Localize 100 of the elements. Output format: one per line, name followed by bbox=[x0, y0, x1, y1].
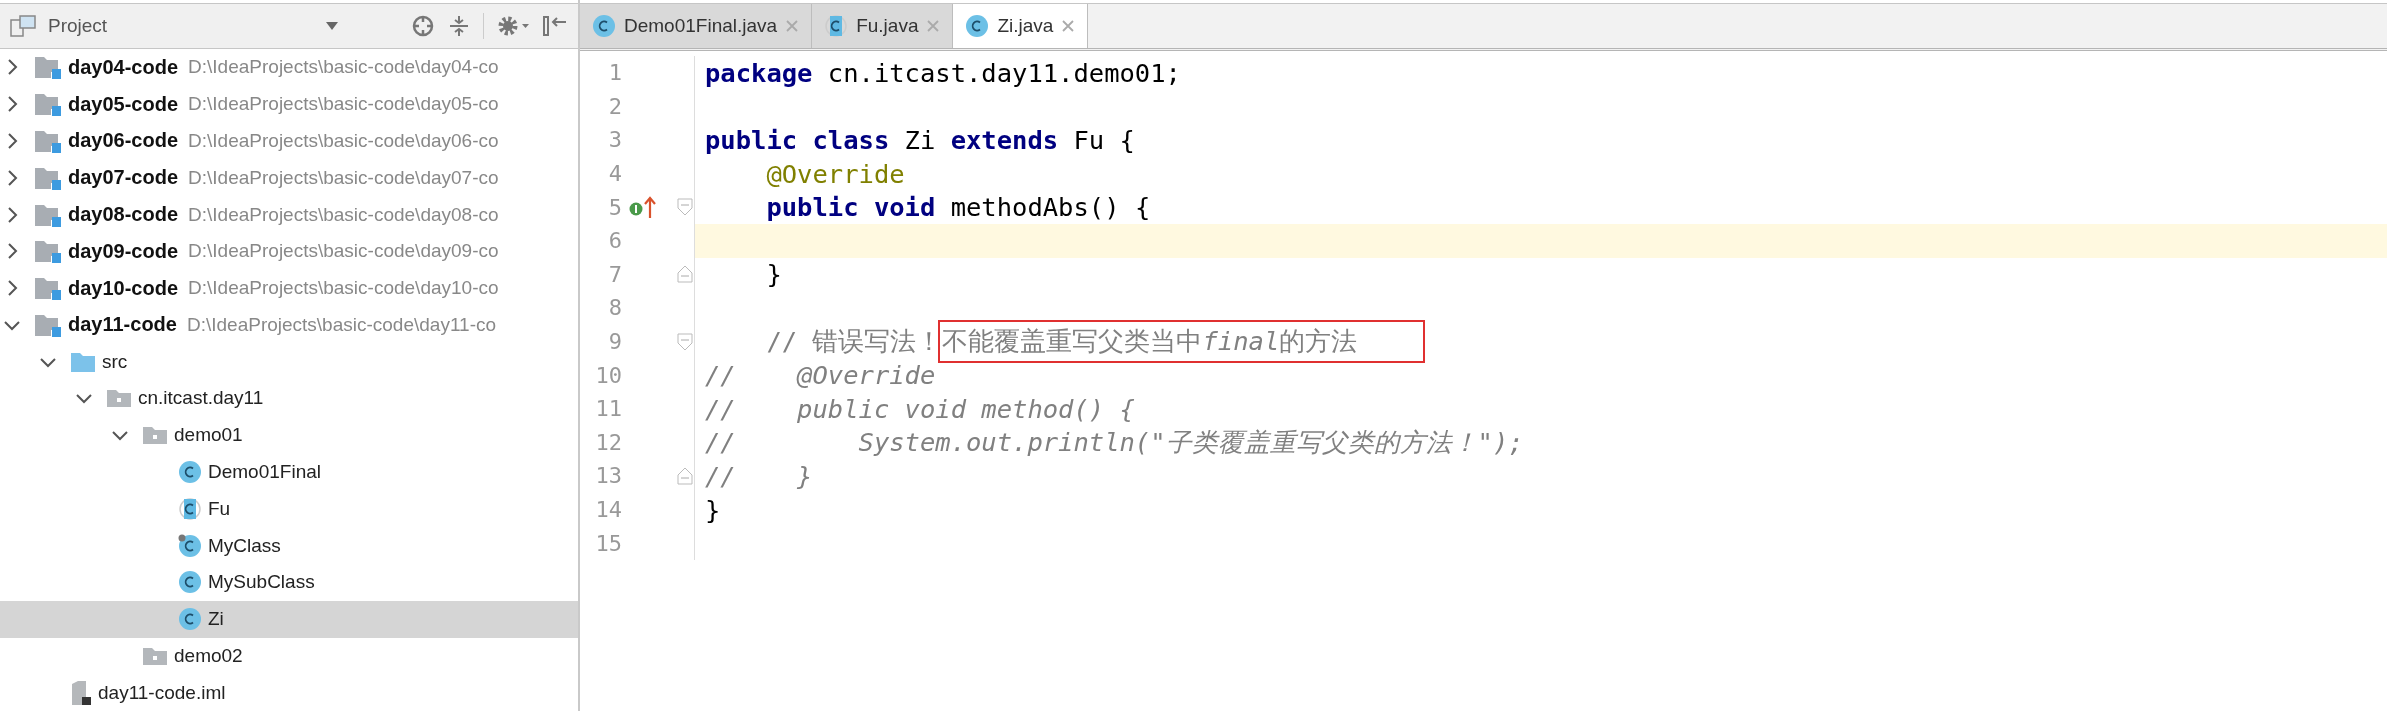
module-folder-icon bbox=[34, 54, 62, 81]
annotation-box: 不能覆盖重写父类当中 final的方法 bbox=[938, 320, 1426, 364]
locate-icon[interactable] bbox=[411, 14, 435, 38]
module-folder-icon bbox=[34, 91, 62, 118]
code-line: // } bbox=[704, 460, 813, 491]
item-name: Demo01Final bbox=[208, 461, 321, 483]
code-line: package cn.itcast.day11.demo01; bbox=[704, 57, 1181, 88]
editor-tab[interactable]: Demo01Final.java bbox=[580, 4, 813, 48]
module-path: D:\IdeaProjects\basic-code\day04-co bbox=[188, 56, 499, 79]
module-folder-icon bbox=[34, 238, 62, 265]
editor-tab[interactable]: Fu.java bbox=[812, 4, 954, 48]
line-number: 11 bbox=[594, 396, 622, 422]
project-icon[interactable] bbox=[10, 15, 36, 37]
code-line: // @Override bbox=[704, 360, 936, 391]
line-number: 5 bbox=[607, 194, 622, 220]
tree-item[interactable]: src bbox=[0, 343, 578, 381]
module-name: day11-code bbox=[68, 313, 177, 337]
module-path: D:\IdeaProjects\basic-code\day10-co bbox=[188, 277, 499, 300]
tree-item[interactable]: Fu bbox=[0, 490, 578, 528]
item-name: Zi bbox=[208, 608, 224, 631]
settings-icon[interactable] bbox=[496, 14, 530, 38]
package-icon bbox=[142, 645, 168, 666]
tree-item[interactable]: day05-code D:\IdeaProjects\basic-code\day05-co bbox=[0, 85, 578, 123]
line-number: 15 bbox=[594, 530, 622, 556]
fold-marker-icon[interactable] bbox=[677, 332, 693, 351]
item-name: demo02 bbox=[174, 644, 243, 667]
tree-item[interactable]: day07-code D:\IdeaProjects\basic-code\day07-co bbox=[0, 159, 578, 197]
dropdown-caret-icon[interactable] bbox=[325, 21, 339, 31]
module-name: day09-code bbox=[68, 239, 179, 263]
module-path: D:\IdeaProjects\basic-code\day05-co bbox=[188, 93, 499, 116]
code-line: @Override bbox=[765, 158, 905, 189]
module-path: D:\IdeaProjects\basic-code\day08-co bbox=[188, 203, 499, 226]
module-name: day05-code bbox=[68, 92, 179, 116]
module-path: D:\IdeaProjects\basic-code\day11-co bbox=[186, 313, 497, 336]
module-name: day04-code bbox=[68, 55, 179, 79]
package-icon bbox=[142, 425, 168, 446]
code-line: public void methodAbs() { bbox=[765, 192, 1151, 223]
line-number: 8 bbox=[607, 295, 622, 321]
item-name: src bbox=[102, 350, 128, 373]
line-number: 10 bbox=[594, 362, 622, 388]
tree-item[interactable]: day11-code D:\IdeaProjects\basic-code\day11-co bbox=[0, 306, 578, 344]
code-line: } bbox=[765, 259, 782, 290]
tree-item[interactable]: day04-code D:\IdeaProjects\basic-code\day04-co bbox=[0, 49, 578, 86]
folder-icon bbox=[70, 350, 96, 373]
tree-item[interactable]: Demo01Final bbox=[0, 453, 578, 491]
line-number: 3 bbox=[607, 127, 622, 153]
module-path: D:\IdeaProjects\basic-code\day06-co bbox=[188, 129, 499, 152]
panel-title[interactable]: Project bbox=[48, 15, 313, 37]
editor-tab[interactable]: Zi.java bbox=[953, 4, 1089, 48]
code-line: } bbox=[704, 494, 721, 525]
line-number: 7 bbox=[607, 261, 622, 287]
tree-item[interactable]: Zi bbox=[0, 600, 578, 638]
module-name: day10-code bbox=[68, 276, 179, 300]
class-icon bbox=[965, 14, 990, 38]
abstract-class-icon bbox=[178, 496, 202, 521]
fold-marker-icon[interactable] bbox=[677, 265, 693, 284]
module-name: day07-code bbox=[68, 166, 179, 190]
code-line: // public void method() { bbox=[704, 393, 1135, 424]
close-icon[interactable] bbox=[1061, 19, 1076, 33]
collapse-all-icon[interactable] bbox=[447, 14, 471, 38]
tree-item[interactable]: demo02 bbox=[0, 637, 578, 675]
tree-item[interactable]: cn.itcast.day11 bbox=[0, 380, 578, 417]
item-name: MyClass bbox=[208, 534, 281, 557]
line-number: 12 bbox=[594, 429, 622, 455]
item-name: Fu bbox=[208, 497, 231, 520]
tree-item[interactable]: day10-code D:\IdeaProjects\basic-code\day10-co bbox=[0, 269, 578, 307]
module-folder-icon bbox=[34, 275, 62, 302]
line-number: 2 bbox=[607, 93, 622, 119]
code-line: // System.out.println("子类覆盖重写父类的方法！"); bbox=[704, 425, 1524, 459]
module-name: day06-code bbox=[68, 129, 179, 153]
line-number: 13 bbox=[594, 463, 622, 489]
class-icon bbox=[178, 607, 202, 632]
hide-panel-icon[interactable] bbox=[542, 14, 568, 38]
class-icon bbox=[178, 460, 202, 484]
module-path: D:\IdeaProjects\basic-code\day09-co bbox=[188, 240, 499, 263]
tree-item[interactable]: day09-code D:\IdeaProjects\basic-code\day09-co bbox=[0, 232, 578, 270]
class-icon bbox=[178, 570, 202, 595]
code-line: public class Zi extends Fu { bbox=[704, 125, 1135, 155]
line-number: 9 bbox=[607, 329, 622, 355]
tree-item[interactable]: demo01 bbox=[0, 416, 578, 454]
item-name: MySubClass bbox=[208, 571, 315, 594]
tree-item[interactable]: MySubClass bbox=[0, 563, 578, 601]
item-name: day11-code.iml bbox=[98, 681, 226, 704]
class-icon bbox=[592, 14, 616, 38]
package-icon bbox=[106, 388, 132, 409]
abstract-class-icon bbox=[824, 14, 849, 38]
line-number: 4 bbox=[607, 161, 622, 187]
module-name: day08-code bbox=[68, 203, 179, 226]
module-path: D:\IdeaProjects\basic-code\day07-co bbox=[188, 166, 499, 189]
item-name: cn.itcast.day11 bbox=[138, 387, 264, 410]
fold-marker-icon[interactable] bbox=[677, 198, 693, 217]
tree-item[interactable]: MyClass bbox=[0, 527, 578, 564]
line-number: 1 bbox=[607, 60, 622, 86]
line-number: 6 bbox=[607, 228, 622, 254]
fold-marker-icon[interactable] bbox=[677, 466, 693, 485]
tree-item[interactable]: day06-code D:\IdeaProjects\basic-code\day06-co bbox=[0, 122, 578, 160]
class-marked-icon bbox=[178, 533, 202, 558]
item-name: demo01 bbox=[174, 424, 243, 447]
tree-item[interactable]: day08-code D:\IdeaProjects\basic-code\day08-co bbox=[0, 196, 578, 233]
tree-item[interactable]: day11-code.iml bbox=[0, 674, 578, 711]
